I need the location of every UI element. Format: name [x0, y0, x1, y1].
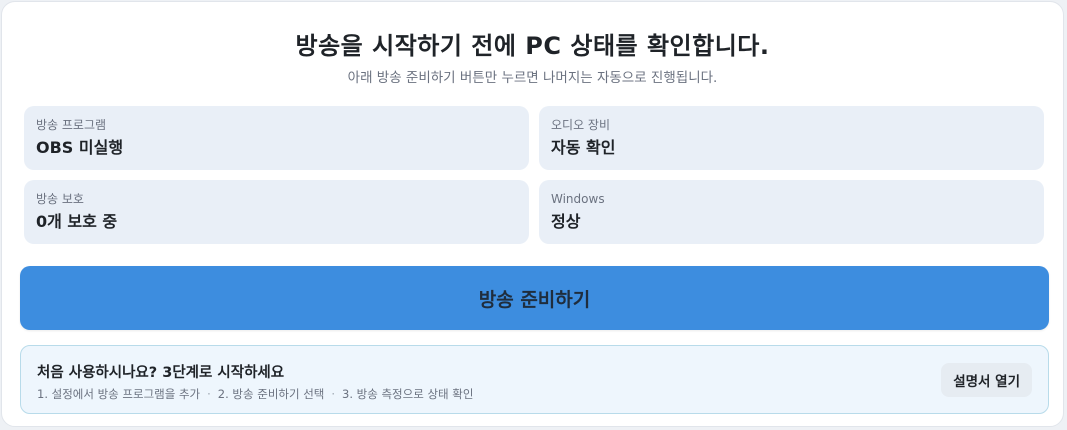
status-card-label: 방송 프로그램	[36, 118, 107, 132]
page-title: 방송을 시작하기 전에 PC 상태를 확인합니다.	[295, 32, 770, 60]
status-card-windows: Windows 정상	[539, 180, 1044, 244]
onboarding-banner: 처음 사용하시나요? 3단계로 시작하세요 1. 설정에서 방송 프로그램을 추…	[20, 345, 1049, 414]
status-card-broadcast-protection: 방송 보호 0개 보호 중	[24, 180, 529, 244]
onboarding-title: 처음 사용하시나요? 3단계로 시작하세요	[37, 365, 285, 381]
prepare-broadcast-button[interactable]: 방송 준비하기	[20, 266, 1049, 330]
status-card-label: Windows	[551, 192, 605, 206]
status-card-audio-device: 오디오 장비 자동 확인	[539, 106, 1044, 170]
step-separator: ·	[207, 387, 211, 401]
status-card-value: OBS 미실행	[36, 138, 124, 157]
status-card-label: 오디오 장비	[551, 118, 611, 132]
pre-broadcast-check-panel: 방송을 시작하기 전에 PC 상태를 확인합니다. 아래 방송 준비하기 버튼만…	[1, 1, 1064, 427]
status-card-label: 방송 보호	[36, 192, 84, 206]
step-separator: ·	[331, 387, 336, 401]
onboarding-step: 2. 방송 준비하기 선택	[217, 387, 325, 401]
status-card-value: 정상	[551, 212, 581, 231]
onboarding-step: 3. 방송 측정으로 상태 확인	[342, 387, 474, 401]
status-card-value: 0개 보호 중	[36, 212, 118, 231]
status-card-value: 자동 확인	[551, 138, 616, 157]
page-subtitle: 아래 방송 준비하기 버튼만 누르면 나머지는 자동으로 진행됩니다.	[347, 70, 718, 86]
onboarding-steps: 1. 설정에서 방송 프로그램을 추가 · 2. 방송 준비하기 선택 · 3. 방송 …	[37, 386, 473, 402]
status-card-broadcast-program: 방송 프로그램 OBS 미실행	[24, 106, 529, 170]
open-manual-button[interactable]: 설명서 열기	[941, 363, 1032, 397]
onboarding-step: 1. 설정에서 방송 프로그램을 추가	[37, 387, 201, 401]
